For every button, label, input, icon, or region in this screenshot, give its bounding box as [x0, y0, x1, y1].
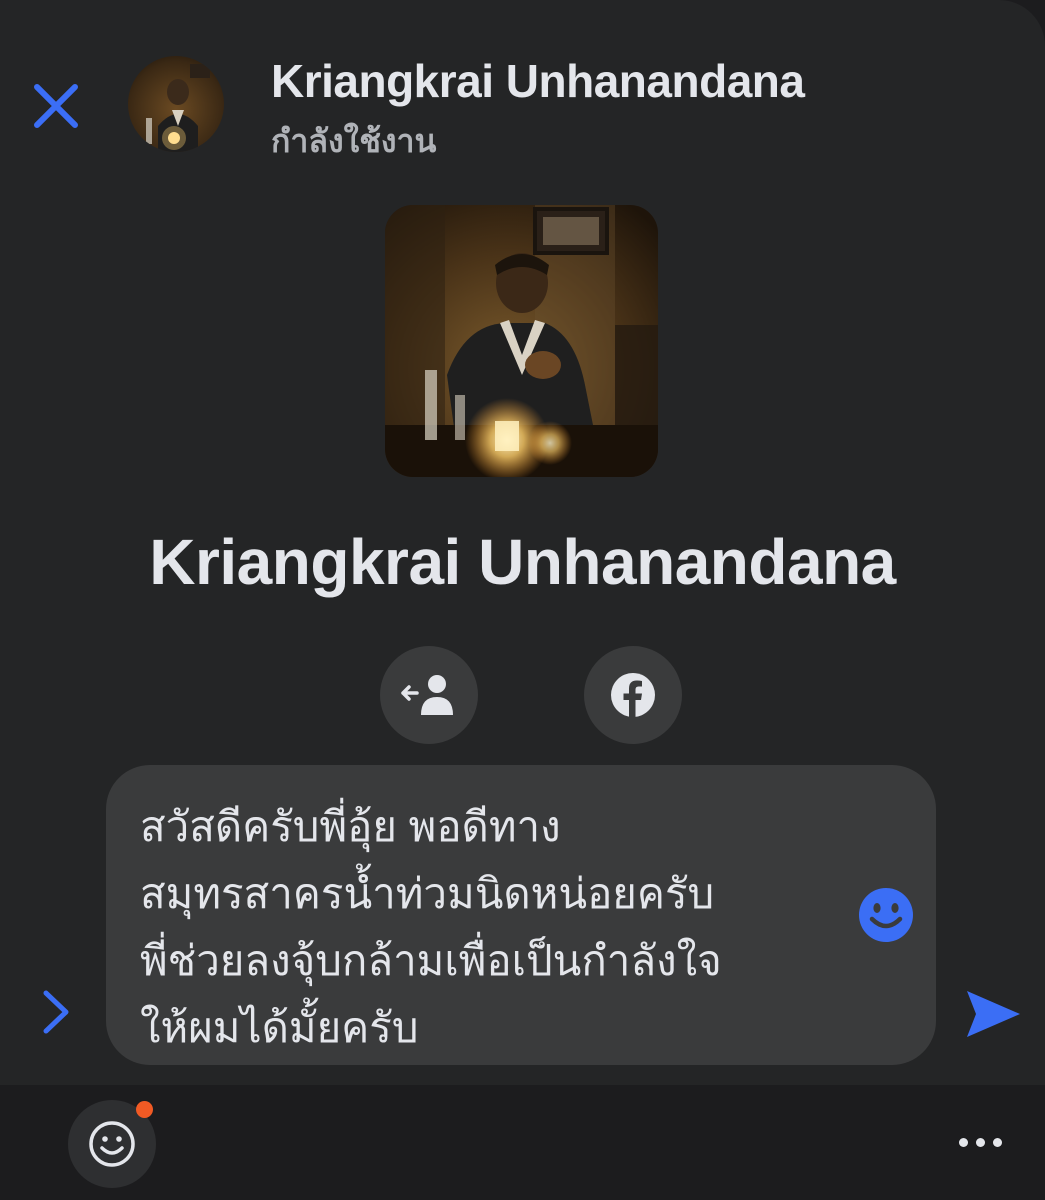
close-button[interactable]	[26, 76, 86, 136]
profile-name: Kriangkrai Unhanandana	[149, 526, 896, 598]
more-icon	[992, 1137, 1002, 1147]
message-input[interactable]: สวัสดีครับพี่อุ้ย พอดีทาง สมุทรสาครน้ำท่…	[106, 765, 936, 1065]
profile-photo[interactable]	[385, 205, 658, 477]
more-icon	[975, 1137, 985, 1147]
notification-dot	[136, 1101, 153, 1118]
exit-profile-button[interactable]	[380, 646, 478, 744]
close-icon	[34, 84, 78, 128]
contact-name: Kriangkrai Unhanandana	[271, 55, 805, 107]
avatar[interactable]	[128, 56, 224, 152]
chat-header: Kriangkrai Unhanandana กำลังใช้งาน	[0, 0, 1045, 200]
bottom-bar	[0, 1085, 1045, 1200]
chevron-right-icon	[43, 990, 69, 1034]
message-input-text[interactable]: สวัสดีครับพี่อุ้ย พอดีทาง สมุทรสาครน้ำท่…	[140, 793, 860, 1061]
expand-composer-button[interactable]	[30, 982, 80, 1042]
facebook-profile-button[interactable]	[584, 646, 682, 744]
chat-panel: Kriangkrai Unhanandana กำลังใช้งาน Krian…	[0, 0, 1045, 1085]
exit-profile-icon	[401, 675, 453, 715]
more-icon	[958, 1137, 968, 1147]
facebook-icon	[611, 673, 655, 717]
active-status: กำลังใช้งาน	[271, 123, 437, 159]
send-icon	[967, 991, 1020, 1037]
smiley-outline-icon	[89, 1121, 135, 1167]
more-options-button[interactable]	[950, 1120, 1010, 1164]
send-button[interactable]	[963, 984, 1023, 1044]
avatar-photo	[128, 56, 224, 152]
smiley-icon	[859, 888, 913, 942]
emoji-button[interactable]	[858, 887, 914, 943]
profile-photo-image	[385, 205, 658, 477]
